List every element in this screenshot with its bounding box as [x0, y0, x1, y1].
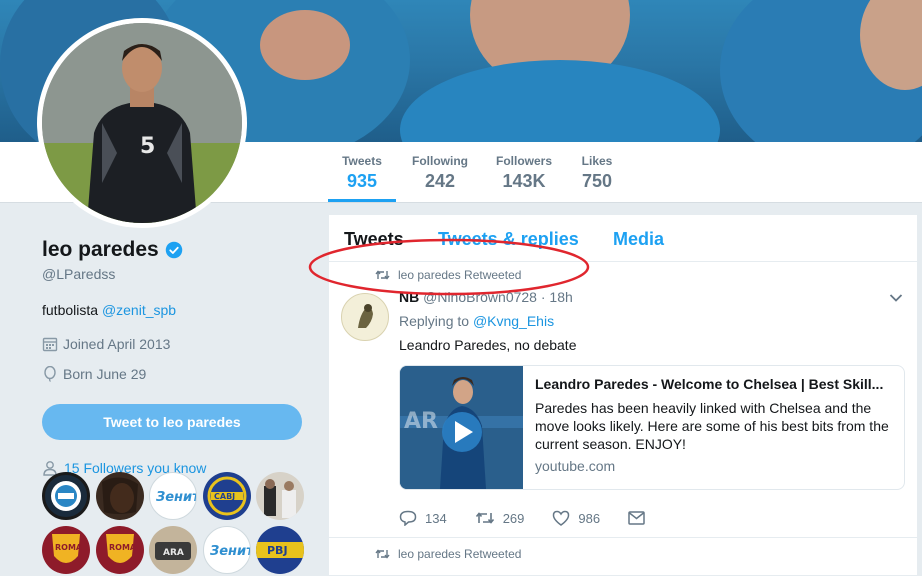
nav-tweets[interactable]: Tweets 935	[328, 154, 396, 202]
svg-text:AR: AR	[404, 409, 438, 434]
svg-text:ARA: ARA	[163, 548, 184, 558]
retweet-context-label-2[interactable]: leo paredes Retweeted	[398, 547, 521, 561]
replying-to-prefix: Replying to	[399, 313, 473, 329]
retweet-context-2: leo paredes Retweeted	[375, 547, 521, 561]
timeline-tabs: Tweets Tweets & replies Media	[329, 215, 917, 262]
svg-text:Зенит: Зенит	[156, 490, 196, 505]
follower-avatar[interactable]: Зенит	[149, 472, 197, 520]
replying-to: Replying to @Kvng_Ehis	[399, 313, 554, 329]
nav-following-label: Following	[412, 154, 468, 168]
card-description: Paredes has been heavily linked with Che…	[535, 400, 889, 452]
nav-followers-count: 143K	[502, 171, 546, 191]
profile-photo: 5	[42, 23, 242, 223]
tweet-to-button[interactable]: Tweet to leo paredes	[42, 404, 302, 440]
follower-avatar[interactable]: ROMA	[96, 526, 144, 574]
svg-text:ROMA: ROMA	[109, 543, 137, 552]
reply-count: 134	[425, 510, 447, 526]
card-body: Leandro Paredes - Welcome to Chelsea | B…	[535, 376, 897, 474]
nav-likes-count: 750	[581, 171, 613, 191]
retweet-context: leo paredes Retweeted	[375, 268, 521, 282]
svg-text:Зенит: Зенит	[210, 544, 250, 559]
retweet-icon	[475, 512, 494, 524]
profile-handle[interactable]: @LParedss	[42, 266, 304, 282]
followers-you-know-label: 15 Followers you know	[64, 460, 207, 476]
follower-avatar[interactable]: CABJ	[203, 472, 251, 520]
tweet-text: Leandro Paredes, no debate	[399, 337, 577, 353]
follower-avatar[interactable]: ROMA	[42, 526, 90, 574]
joined-date: Joined April 2013	[63, 336, 171, 352]
nav-likes[interactable]: Likes 750	[577, 154, 617, 202]
card-title: Leandro Paredes - Welcome to Chelsea | B…	[535, 376, 884, 392]
tweet-author-name[interactable]: NB	[399, 289, 419, 305]
link-card[interactable]: AR Leandro Paredes - Welcome to Chelsea …	[399, 365, 905, 490]
retweet-context-label[interactable]: leo paredes Retweeted	[398, 268, 521, 282]
svg-text:ROMA: ROMA	[55, 543, 83, 552]
verified-badge-icon	[165, 241, 182, 259]
direct-message-button[interactable]	[628, 511, 653, 525]
born-row: Born June 29	[42, 366, 304, 382]
birthday: Born June 29	[63, 366, 147, 382]
tab-media[interactable]: Media	[613, 229, 664, 250]
chevron-down-icon[interactable]	[889, 293, 903, 303]
nav-following-count: 242	[424, 171, 456, 191]
nav-tweets-count: 935	[346, 171, 378, 191]
tweet-author-avatar[interactable]	[341, 293, 389, 341]
timeline: Tweets Tweets & replies Media leo parede…	[328, 214, 918, 576]
heart-icon	[553, 510, 570, 526]
video-thumbnail[interactable]: AR	[400, 366, 523, 489]
tab-tweets-replies[interactable]: Tweets & replies	[438, 229, 579, 250]
like-button[interactable]: 986	[552, 510, 600, 526]
tweet-timestamp[interactable]: · 18h	[541, 289, 573, 305]
card-domain: youtube.com	[535, 458, 616, 474]
like-count: 986	[578, 510, 601, 526]
balloon-icon	[44, 366, 56, 382]
tweet-author-handle[interactable]: @NinoBrown0728	[423, 289, 537, 305]
profile-card: leo paredes @LParedss futbolista @zenit_…	[42, 238, 304, 476]
bio-text: futbolista	[42, 302, 102, 318]
svg-text:CABJ: CABJ	[214, 492, 235, 501]
retweet-icon	[375, 549, 390, 559]
retweet-icon	[375, 270, 390, 280]
tweet-actions: 134 269 986	[399, 510, 681, 526]
replying-to-link[interactable]: @Kvng_Ehis	[473, 313, 554, 329]
tweet-header: NB @NinoBrown0728 · 18h	[399, 289, 573, 305]
nav-followers[interactable]: Followers 143K	[493, 154, 555, 202]
profile-name[interactable]: leo paredes	[42, 238, 159, 262]
profile-bio: futbolista @zenit_spb	[42, 302, 304, 318]
reply-button[interactable]: 134	[399, 510, 447, 526]
tweet-divider	[329, 537, 917, 538]
follower-avatar[interactable]: PBJ	[256, 526, 304, 574]
follower-avatar[interactable]: Зенит	[203, 526, 251, 574]
svg-text:5: 5	[140, 134, 155, 159]
bio-link[interactable]: @zenit_spb	[102, 302, 176, 318]
envelope-icon	[628, 511, 645, 525]
joined-row: Joined April 2013	[42, 336, 304, 352]
retweet-button[interactable]: 269	[475, 510, 525, 526]
nav-following[interactable]: Following 242	[408, 154, 472, 202]
follower-avatar[interactable]	[256, 472, 304, 520]
calendar-icon	[42, 337, 58, 352]
nav-tweets-label: Tweets	[342, 154, 382, 168]
nav-likes-label: Likes	[581, 154, 613, 168]
follower-avatar[interactable]: ARA	[149, 526, 197, 574]
follower-avatar[interactable]	[96, 472, 144, 520]
reply-icon	[399, 510, 417, 526]
nav-followers-label: Followers	[495, 154, 552, 168]
profile-avatar[interactable]: 5	[37, 18, 247, 228]
retweet-count: 269	[502, 510, 525, 526]
svg-text:PBJ: PBJ	[267, 544, 288, 557]
follower-avatar[interactable]	[42, 472, 90, 520]
tab-tweets[interactable]: Tweets	[344, 229, 404, 250]
